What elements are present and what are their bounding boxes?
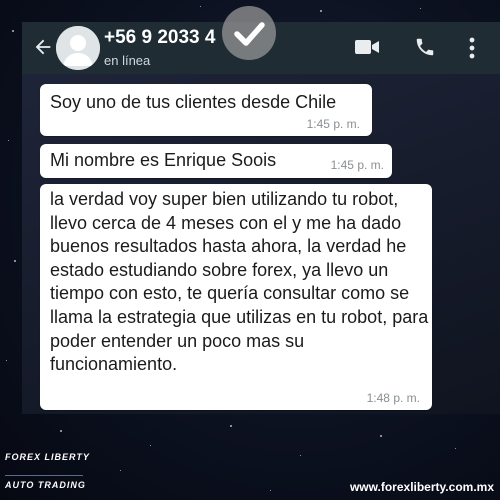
message-time: 1:45 p. m. bbox=[330, 158, 384, 172]
avatar[interactable] bbox=[56, 26, 100, 70]
website-url: www.forexliberty.com.mx bbox=[349, 480, 494, 494]
brand-tagline: AUTO TRADING bbox=[5, 480, 86, 490]
video-call-icon[interactable] bbox=[354, 37, 380, 57]
brand-divider bbox=[5, 475, 83, 476]
brand-name: FOREX LIBERTY bbox=[5, 452, 90, 462]
message-time: 1:45 p. m. bbox=[306, 117, 360, 131]
chat-header: +56 9 2033 4 en línea bbox=[22, 6, 500, 74]
message-bubble[interactable]: Soy uno de tus clientes desde Chile 1:45… bbox=[40, 84, 372, 136]
message-bubble[interactable]: Mi nombre es Enrique Soois 1:45 p. m. bbox=[40, 144, 392, 178]
back-arrow-icon[interactable] bbox=[32, 36, 54, 58]
message-text: la verdad voy super bien utilizando tu r… bbox=[50, 189, 429, 375]
verified-badge bbox=[222, 6, 276, 60]
avatar-icon bbox=[56, 26, 100, 70]
phone-icon[interactable] bbox=[414, 35, 436, 59]
message-time: 1:48 p. m. bbox=[366, 391, 420, 405]
message-bubble[interactable]: la verdad voy super bien utilizando tu r… bbox=[40, 184, 432, 410]
checkmark-icon bbox=[234, 22, 265, 46]
message-text: Mi nombre es Enrique Soois bbox=[50, 150, 277, 170]
more-vert-icon[interactable] bbox=[468, 36, 476, 60]
contact-status: en línea bbox=[104, 53, 151, 68]
message-text: Soy uno de tus clientes desde Chile bbox=[50, 92, 337, 112]
chat-window: +56 9 2033 4 en línea Soy uno de tus cli… bbox=[22, 6, 500, 414]
contact-name[interactable]: +56 9 2033 4 bbox=[104, 27, 215, 49]
